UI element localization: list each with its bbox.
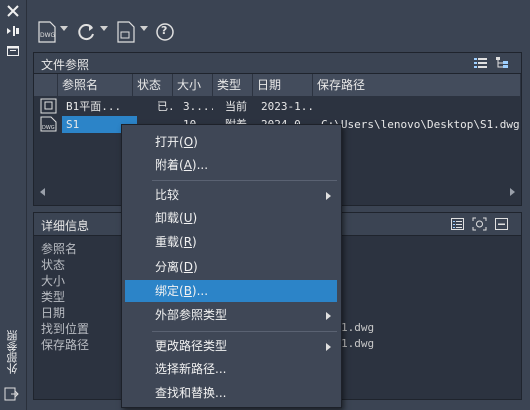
menu-item-accelerator: O [183, 135, 194, 149]
menu-item-label: 重载( [155, 235, 184, 249]
detail-value-saved-path: 1.dwg [341, 337, 375, 350]
change-path-icon[interactable] [115, 20, 137, 44]
dwg-file-icon: DWG [36, 116, 58, 133]
row-path: C:\Users\lenovo\Desktop\S1.dwg [321, 118, 520, 131]
menu-separator [152, 180, 337, 181]
column-header-type[interactable]: 类型 [213, 74, 253, 96]
scroll-right-icon[interactable] [510, 188, 515, 196]
submenu-arrow-icon [326, 343, 331, 351]
detail-label-saved-path: 保存路径 [41, 338, 90, 352]
menu-separator [152, 331, 337, 332]
xref-palette-icon [3, 385, 21, 403]
dwg-file-icon [36, 98, 58, 115]
details-title: 详细信息 [41, 219, 90, 233]
menu-item-label-tail: )... [191, 158, 209, 172]
menu-item-label: 卸载( [155, 211, 184, 225]
menu-item-label: 分离( [155, 260, 184, 274]
row-path [317, 98, 517, 115]
properties-icon[interactable] [3, 44, 23, 62]
menu-item-label: 绑定( [155, 284, 184, 298]
submenu-arrow-icon [326, 312, 331, 320]
menu-item-accelerator: A [183, 158, 192, 172]
menu-item-label-tail: ) [192, 211, 198, 225]
detail-label-type: 类型 [41, 290, 66, 304]
scroll-left-icon[interactable] [40, 188, 45, 196]
menu-item-label: 选择新路径... [155, 362, 227, 376]
toolbar: DWG ? [27, 16, 530, 46]
menu-item-label-tail: ) [193, 135, 198, 149]
tree-view-icon[interactable] [495, 56, 510, 70]
detail-label-status: 状态 [41, 258, 66, 272]
refresh-icon[interactable] [75, 20, 97, 44]
menu-item-open[interactable]: 打开(O) [125, 131, 337, 153]
row-type: 当前 [225, 100, 247, 113]
menu-item-label: 比较 [155, 188, 180, 202]
row-date: 2023-1... [261, 100, 313, 113]
row-size: 3.... [183, 100, 213, 113]
menu-item-accelerator: D [183, 260, 193, 274]
menu-item-bind[interactable]: 绑定(B)... [125, 280, 337, 302]
submenu-arrow-icon [326, 192, 331, 200]
menu-item-unload[interactable]: 卸载(U) [125, 207, 337, 229]
menu-item-label-tail: )... [191, 284, 209, 298]
menu-item-label-tail: ) [192, 235, 197, 249]
file-references-title: 文件参照 [41, 58, 90, 72]
column-header-path[interactable]: 保存路径 [313, 74, 521, 96]
detail-label-found-at: 找到位置 [41, 322, 90, 336]
menu-item-label: 打开( [155, 135, 184, 149]
menu-item-label: 附着( [155, 158, 184, 172]
help-icon[interactable]: ? [155, 20, 177, 44]
palette-title-strip: 外部参照 [0, 0, 27, 410]
menu-item-attach[interactable]: 附着(A)... [125, 154, 337, 176]
row-name: B1平面... [66, 100, 122, 113]
menu-item-select-new-path[interactable]: 选择新路径... [125, 358, 337, 380]
menu-item-compare[interactable]: 比较 [125, 184, 337, 206]
menu-item-label: 查找和替换... [155, 386, 227, 400]
change-path-dropdown-arrow[interactable] [140, 26, 148, 31]
close-icon[interactable] [3, 4, 23, 22]
detail-value-found-at: 1.dwg [341, 321, 375, 334]
menu-item-label: 更改路径类型 [155, 339, 228, 353]
column-header-name[interactable]: 参照名 [58, 74, 133, 96]
column-header-icon [34, 74, 58, 96]
menu-item-accelerator: R [183, 235, 193, 249]
menu-item-detach[interactable]: 分离(D) [125, 256, 337, 278]
menu-item-find-replace[interactable]: 查找和替换... [125, 382, 337, 404]
menu-item-accelerator: B [183, 284, 192, 298]
auto-hide-icon[interactable] [3, 24, 23, 42]
detail-label-size: 大小 [41, 274, 66, 288]
svg-text:DWG: DWG [40, 32, 56, 39]
row-status: 已... [157, 100, 173, 113]
menu-item-label-tail: ) [192, 260, 198, 274]
svg-text:DWG: DWG [42, 125, 55, 131]
preview-icon[interactable] [472, 217, 487, 231]
menu-item-reload[interactable]: 重载(R) [125, 231, 337, 253]
context-menu: 打开(O) 附着(A)... 比较 卸载(U) 重载(R) 分离(D) 绑定(B… [121, 124, 342, 408]
column-header-date[interactable]: 日期 [253, 74, 313, 96]
help-glyph: ? [161, 24, 168, 37]
details-view-icon[interactable] [450, 217, 465, 231]
detail-label-date: 日期 [41, 306, 66, 320]
refresh-dropdown-arrow[interactable] [100, 26, 108, 31]
attach-dropdown-arrow[interactable] [60, 26, 68, 31]
column-header-size[interactable]: 大小 [173, 74, 213, 96]
menu-item-xref-type[interactable]: 外部参照类型 [125, 304, 337, 326]
list-view-icon[interactable] [473, 56, 488, 70]
table-row[interactable]: B1平面... 已... 3.... 当前 2023-1... [34, 98, 521, 115]
palette-title: 外部参照 [6, 330, 19, 374]
column-header-status[interactable]: 状态 [133, 74, 173, 96]
file-references-header: 文件参照 [34, 53, 521, 74]
attach-dwg-icon[interactable]: DWG [36, 20, 58, 44]
detail-label-name: 参照名 [41, 242, 78, 256]
menu-item-label: 外部参照类型 [155, 308, 228, 322]
collapse-icon[interactable] [494, 217, 509, 231]
menu-item-change-path-type[interactable]: 更改路径类型 [125, 335, 337, 357]
